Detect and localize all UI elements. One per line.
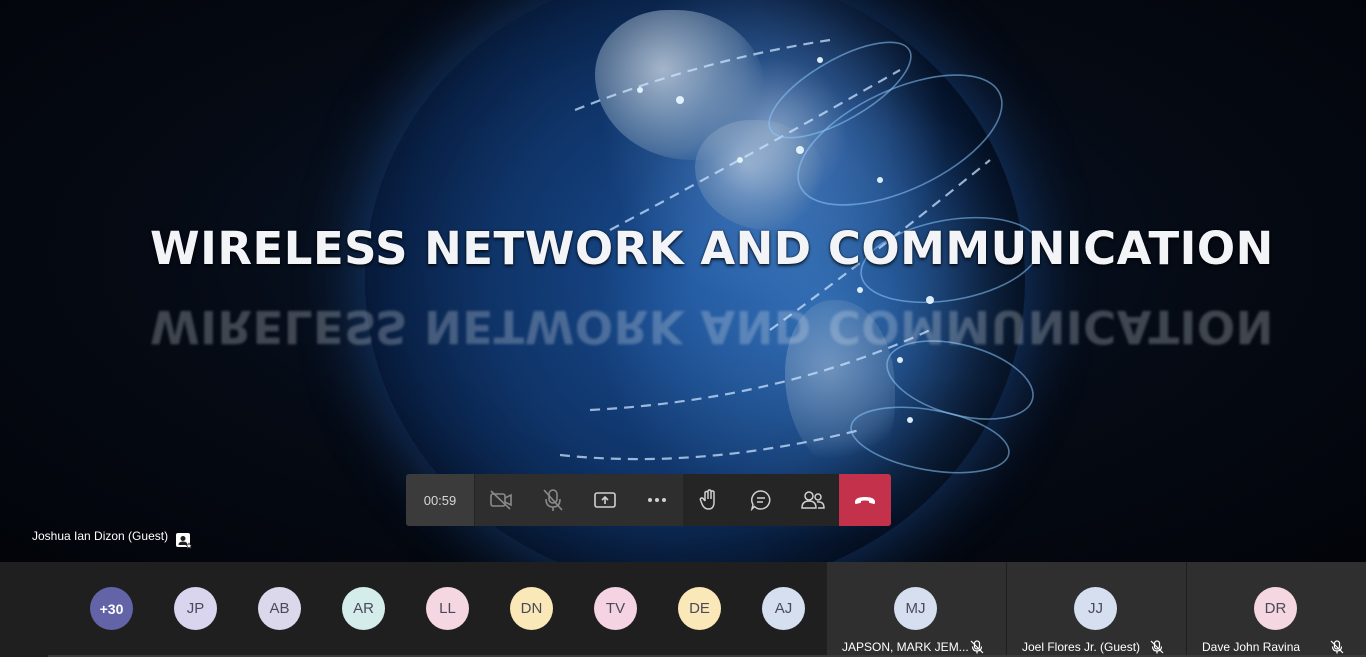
more-participants-button[interactable]: +30 bbox=[90, 587, 133, 630]
more-options-button[interactable] bbox=[631, 474, 683, 526]
participant-avatar[interactable]: AB bbox=[258, 587, 301, 630]
raise-hand-button[interactable] bbox=[683, 474, 735, 526]
mic-off-icon bbox=[543, 489, 563, 511]
presentation-title: WIRELESS NETWORK AND COMMUNICATION bbox=[150, 222, 1274, 275]
more-options-icon bbox=[648, 498, 666, 502]
participant-avatar[interactable]: AJ bbox=[762, 587, 805, 630]
chat-icon bbox=[750, 490, 771, 511]
participant-avatar[interactable]: TV bbox=[594, 587, 637, 630]
participant-name: Joel Flores Jr. (Guest) bbox=[1022, 640, 1141, 654]
camera-off-icon bbox=[490, 490, 512, 510]
participant-tile[interactable]: DR Dave John Ravina bbox=[1187, 562, 1366, 657]
presenter-name: Joshua Ian Dizon (Guest) bbox=[32, 529, 169, 543]
hang-up-button[interactable] bbox=[839, 474, 891, 526]
call-timer: 00:59 bbox=[406, 474, 474, 526]
chat-button[interactable] bbox=[735, 474, 787, 526]
participant-name: Dave John Ravina bbox=[1202, 640, 1301, 654]
participants-icon bbox=[801, 491, 825, 509]
participant-avatar: MJ bbox=[894, 587, 937, 630]
participant-avatar: DR bbox=[1254, 587, 1297, 630]
raise-hand-icon bbox=[699, 489, 715, 510]
participant-name: JAPSON, MARK JEM... bbox=[842, 640, 969, 654]
mic-muted-icon bbox=[1330, 640, 1344, 654]
mic-muted-icon bbox=[970, 640, 984, 654]
participant-avatar[interactable]: JP bbox=[174, 587, 217, 630]
participant-avatar: JJ bbox=[1074, 587, 1117, 630]
camera-toggle-button[interactable] bbox=[475, 474, 527, 526]
participant-avatar[interactable]: DN bbox=[510, 587, 553, 630]
participant-strip: +30 JP AB AR LL DN TV DE AJ MJ JAPSON, M… bbox=[0, 562, 1366, 657]
meeting-controls bbox=[683, 474, 839, 526]
participant-tile[interactable]: MJ JAPSON, MARK JEM... bbox=[827, 562, 1006, 657]
participant-avatar[interactable]: DE bbox=[678, 587, 721, 630]
hang-up-icon bbox=[855, 497, 875, 504]
shared-content-stage: WIRELESS NETWORK AND COMMUNICATION WIREL… bbox=[0, 0, 1366, 562]
share-screen-button[interactable] bbox=[579, 474, 631, 526]
participant-avatar-row: +30 JP AB AR LL DN TV DE AJ bbox=[90, 587, 846, 630]
mic-toggle-button[interactable] bbox=[527, 474, 579, 526]
participant-avatar[interactable]: LL bbox=[426, 587, 469, 630]
mic-muted-icon bbox=[1150, 640, 1164, 654]
share-screen-icon bbox=[594, 492, 616, 508]
presenter-badge-icon bbox=[176, 533, 193, 550]
call-controls-bar: 00:59 bbox=[406, 474, 891, 526]
participants-button[interactable] bbox=[787, 474, 839, 526]
participant-tile[interactable]: JJ Joel Flores Jr. (Guest) bbox=[1007, 562, 1186, 657]
media-controls bbox=[474, 474, 683, 526]
presentation-title-reflection: WIRELESS NETWORK AND COMMUNICATION bbox=[150, 300, 1274, 353]
participant-avatar[interactable]: AR bbox=[342, 587, 385, 630]
